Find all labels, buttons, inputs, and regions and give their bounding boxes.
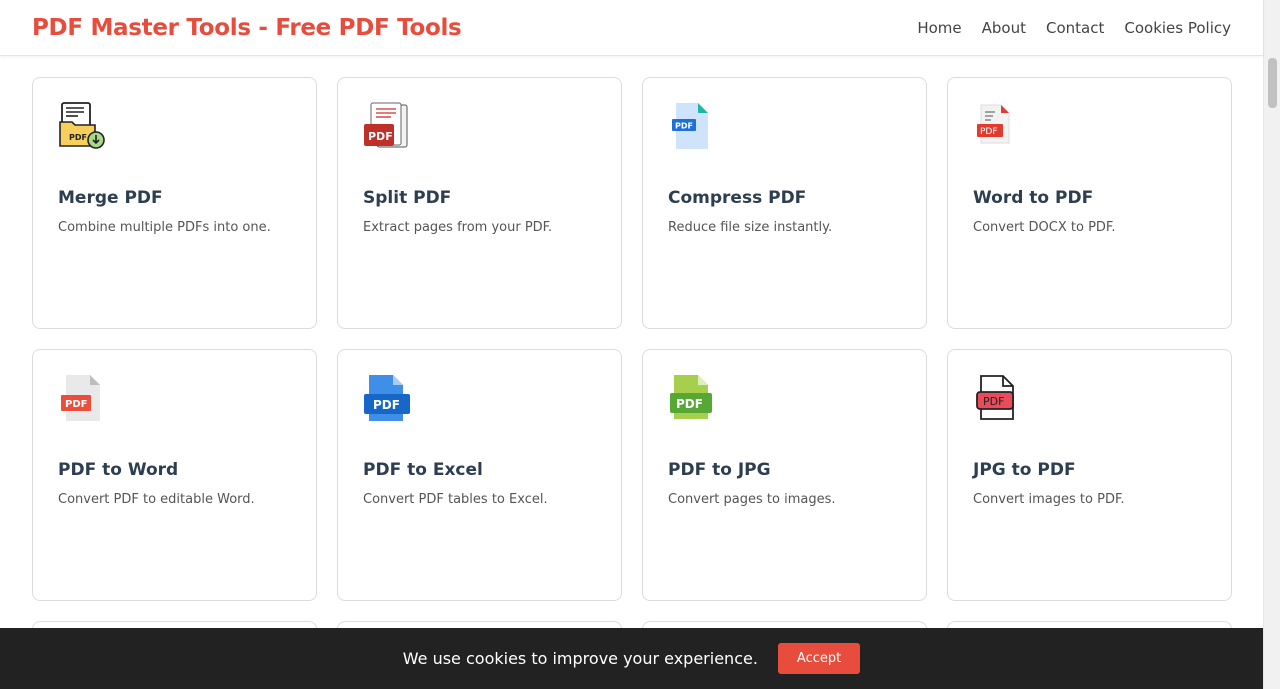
tool-description: Convert images to PDF. [973, 492, 1125, 507]
nav-home[interactable]: Home [917, 19, 961, 37]
svg-text:PDF: PDF [69, 133, 87, 142]
nav-contact[interactable]: Contact [1046, 19, 1104, 37]
svg-text:PDF: PDF [980, 127, 998, 137]
cookie-banner: We use cookies to improve your experienc… [0, 628, 1263, 689]
tool-card-merge-pdf[interactable]: PDF Merge PDF Combine multiple PDFs into… [32, 77, 317, 329]
split-pdf-icon: PDF [364, 102, 408, 148]
tool-title: Split PDF [363, 188, 452, 208]
tool-card-pdf-to-word[interactable]: PDF PDF to Word Convert PDF to editable … [32, 349, 317, 601]
merge-pdf-icon: PDF [59, 102, 105, 149]
tool-title: JPG to PDF [973, 460, 1076, 480]
tool-description: Convert PDF to editable Word. [58, 492, 255, 507]
tool-card-split-pdf[interactable]: PDF Split PDF Extract pages from your PD… [337, 77, 622, 329]
tool-card-compress-pdf[interactable]: PDF Compress PDF Reduce file size instan… [642, 77, 927, 329]
svg-text:PDF: PDF [676, 397, 703, 411]
compress-pdf-icon: PDF [672, 103, 708, 149]
nav-about[interactable]: About [982, 19, 1026, 37]
tools-grid: PDF Merge PDF Combine multiple PDFs into… [32, 77, 1232, 601]
tool-description: Convert PDF tables to Excel. [363, 492, 548, 507]
page-scrollbar[interactable] [1263, 0, 1280, 689]
jpg-to-pdf-icon: PDF [976, 375, 1014, 420]
nav-cookies-policy[interactable]: Cookies Policy [1124, 19, 1231, 37]
tool-title: PDF to JPG [668, 460, 771, 480]
tool-card-word-to-pdf[interactable]: PDF Word to PDF Convert DOCX to PDF. [947, 77, 1232, 329]
scrollbar-thumb[interactable] [1268, 58, 1277, 108]
svg-text:PDF: PDF [983, 395, 1004, 408]
tool-card-jpg-to-pdf[interactable]: PDF JPG to PDF Convert images to PDF. [947, 349, 1232, 601]
tool-title: Word to PDF [973, 188, 1094, 208]
main-nav: Home About Contact Cookies Policy [917, 19, 1231, 37]
tool-description: Combine multiple PDFs into one. [58, 220, 271, 235]
tool-description: Reduce file size instantly. [668, 220, 833, 235]
pdf-to-excel-icon: PDF [364, 375, 410, 421]
word-to-pdf-icon: PDF [977, 104, 1010, 144]
cookie-message: We use cookies to improve your experienc… [402, 649, 758, 668]
tool-card-pdf-to-excel[interactable]: PDF PDF to Excel Convert PDF tables to E… [337, 349, 622, 601]
brand-logo[interactable]: PDF Master Tools - Free PDF Tools [32, 15, 462, 41]
svg-text:PDF: PDF [675, 122, 693, 131]
tool-description: Convert DOCX to PDF. [973, 220, 1116, 235]
tool-description: Convert pages to images. [668, 492, 836, 507]
svg-text:PDF: PDF [65, 399, 87, 410]
tool-title: Merge PDF [58, 188, 163, 208]
tool-card-pdf-to-jpg[interactable]: PDF PDF to JPG Convert pages to images. [642, 349, 927, 601]
pdf-to-word-icon: PDF [61, 375, 100, 421]
tool-title: PDF to Excel [363, 460, 483, 480]
svg-text:PDF: PDF [373, 398, 400, 412]
pdf-to-jpg-icon: PDF [670, 375, 712, 419]
accept-cookies-button[interactable]: Accept [777, 643, 861, 674]
tool-title: PDF to Word [58, 460, 179, 480]
site-header: PDF Master Tools - Free PDF Tools Home A… [0, 0, 1263, 56]
tool-title: Compress PDF [668, 188, 807, 208]
tool-description: Extract pages from your PDF. [363, 220, 553, 235]
svg-text:PDF: PDF [368, 130, 393, 143]
